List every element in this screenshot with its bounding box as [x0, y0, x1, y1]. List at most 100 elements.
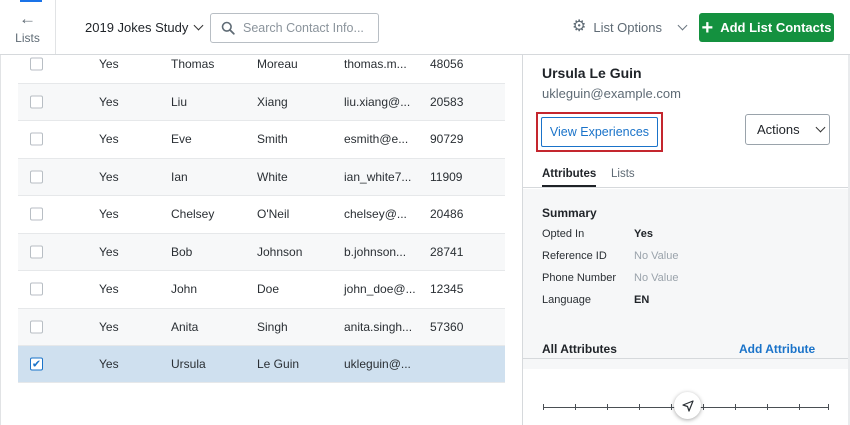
last-name-cell: Smith: [257, 132, 288, 147]
last-name-cell: Xiang: [257, 94, 288, 109]
row-checkbox[interactable]: [30, 132, 43, 146]
opted-in-cell: Yes: [99, 132, 119, 147]
zip-cell: 57360: [430, 319, 464, 334]
view-experiences-button[interactable]: View Experiences: [541, 117, 658, 147]
email-cell: liu.xiang@...: [344, 94, 411, 109]
last-name-cell: O'Neil: [257, 207, 290, 222]
opted-in-cell: Yes: [99, 356, 119, 371]
ruler-tick: [799, 404, 800, 410]
opted-in-cell: Yes: [99, 57, 119, 72]
email-cell: thomas.m...: [344, 57, 407, 72]
email-cell: b.johnson...: [344, 244, 407, 259]
opted-in-cell: Yes: [99, 319, 119, 334]
tab-attributes[interactable]: Attributes: [542, 168, 597, 187]
tab-lists[interactable]: Lists: [611, 168, 635, 185]
ruler-tick: [735, 404, 736, 410]
row-checkbox[interactable]: [30, 57, 43, 71]
attribute-value: Yes: [634, 228, 653, 240]
row-checkbox[interactable]: [30, 282, 43, 296]
ruler-tick: [828, 404, 829, 410]
first-name-cell: Eve: [171, 132, 192, 147]
attribute-label: Phone Number: [542, 272, 616, 284]
opted-in-cell: Yes: [99, 169, 119, 184]
ruler-tick: [543, 404, 544, 410]
table-row[interactable]: Yes Bob Johnson b.johnson... 28741: [18, 233, 505, 271]
opted-in-cell: Yes: [99, 94, 119, 109]
last-name-cell: Moreau: [257, 57, 298, 72]
search-box[interactable]: [210, 13, 379, 43]
opted-in-cell: Yes: [99, 282, 119, 297]
attribute-label: Language: [542, 294, 591, 306]
ruler-tick: [703, 404, 704, 410]
list-options-label: List Options: [593, 19, 662, 35]
actions-dropdown[interactable]: Actions: [745, 114, 830, 145]
row-checkbox[interactable]: [30, 207, 43, 221]
zip-cell: 12345: [430, 282, 464, 297]
ruler-tick: [767, 404, 768, 410]
first-name-cell: John: [171, 282, 198, 297]
email-cell: anita.singh...: [344, 319, 413, 334]
email-cell: john_doe@...: [344, 282, 416, 297]
email-cell: ian_white7...: [344, 169, 412, 184]
contact-email: ukleguin@example.com: [542, 86, 681, 101]
contact-detail-panel: Ursula Le Guin ukleguin@example.com View…: [522, 55, 850, 425]
row-checkbox-checked[interactable]: ✔: [30, 357, 43, 371]
table-row-selected[interactable]: ✔ Yes Ursula Le Guin ukleguin@...: [18, 345, 505, 383]
list-options-button[interactable]: ⚙ List Options: [572, 18, 688, 35]
email-cell: esmith@e...: [344, 132, 409, 147]
zip-cell: 11909: [430, 169, 463, 184]
ruler-tick: [607, 404, 608, 410]
ruler-tick: [639, 404, 640, 410]
row-checkbox[interactable]: [30, 170, 43, 184]
table-row[interactable]: Yes John Doe john_doe@... 12345: [18, 271, 505, 309]
add-list-contacts-button[interactable]: + Add List Contacts: [699, 13, 834, 42]
location-pin-button[interactable]: [674, 392, 701, 419]
table-row[interactable]: Yes Eve Smith esmith@e... 90729: [18, 121, 505, 159]
add-list-contacts-label: Add List Contacts: [720, 20, 832, 35]
first-name-cell: Anita: [171, 319, 199, 334]
zip-cell: 90729: [430, 132, 464, 147]
attribute-label: Opted In: [542, 228, 585, 240]
chevron-down-icon: [677, 20, 688, 30]
study-selector[interactable]: 2019 Jokes Study: [85, 20, 204, 35]
panel-tabs: Attributes Lists: [523, 165, 850, 188]
add-attribute-link[interactable]: Add Attribute: [739, 342, 815, 356]
zip-cell: 28741: [430, 244, 464, 259]
search-icon: [221, 21, 235, 35]
contact-name: Ursula Le Guin: [542, 65, 642, 81]
first-name-cell: Ian: [171, 169, 188, 184]
back-label: Lists: [15, 30, 40, 45]
ruler-tick: [671, 404, 672, 410]
table-row[interactable]: Yes Chelsey O'Neil chelsey@... 20486: [18, 196, 505, 234]
table-row[interactable]: Yes Ian White ian_white7... 11909: [18, 158, 505, 196]
gear-icon: ⚙: [572, 18, 587, 35]
row-checkbox[interactable]: [30, 95, 43, 109]
attribute-value: No Value: [634, 250, 679, 262]
table-row[interactable]: Yes Liu Xiang liu.xiang@... 20583: [18, 83, 505, 121]
check-icon: ✔: [31, 358, 42, 371]
last-name-cell: White: [257, 169, 288, 184]
last-name-cell: Doe: [257, 282, 280, 297]
row-checkbox[interactable]: [30, 320, 43, 334]
view-experiences-highlight: View Experiences: [536, 112, 663, 152]
last-name-cell: Singh: [257, 319, 288, 334]
first-name-cell: Ursula: [171, 356, 206, 371]
first-name-cell: Chelsey: [171, 207, 215, 222]
divider: [523, 358, 850, 359]
row-checkbox[interactable]: [30, 245, 43, 259]
last-name-cell: Johnson: [257, 244, 303, 259]
location-arrow-icon: [681, 399, 694, 412]
actions-label: Actions: [757, 122, 800, 137]
attribute-value: No Value: [634, 272, 679, 284]
table-row[interactable]: Yes Anita Singh anita.singh... 57360: [18, 308, 505, 346]
search-input[interactable]: [243, 21, 373, 35]
plus-icon: +: [701, 16, 714, 39]
table-row[interactable]: Yes Thomas Moreau thomas.m... 48056: [18, 46, 505, 84]
zip-cell: 20583: [430, 94, 464, 109]
zip-cell: 48056: [430, 57, 464, 72]
last-name-cell: Le Guin: [257, 356, 300, 371]
study-name: 2019 Jokes Study: [85, 20, 189, 35]
attribute-label: Reference ID: [542, 250, 607, 262]
summary-title: Summary: [542, 206, 597, 220]
all-attributes-title: All Attributes: [542, 342, 617, 356]
